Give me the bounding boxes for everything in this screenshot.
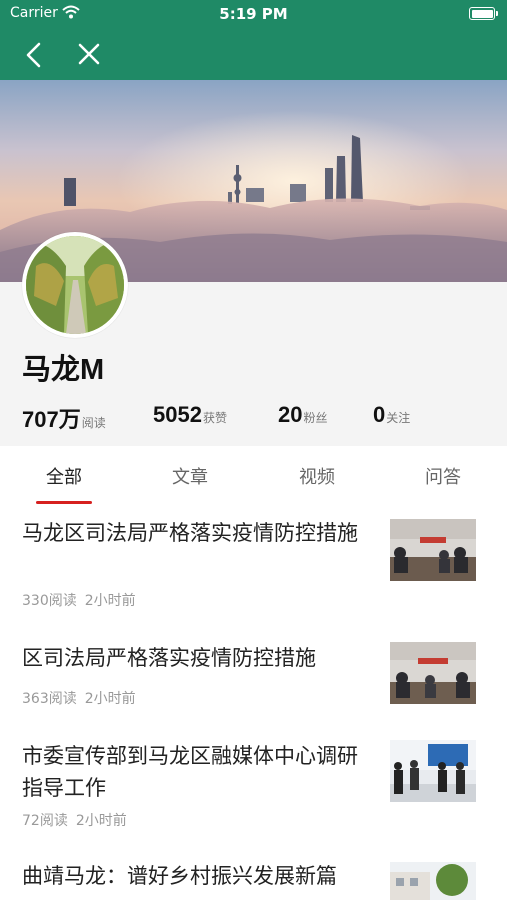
article-time: 2小时前 bbox=[84, 593, 136, 609]
article-title[interactable]: 区司法局严格落实疫情防控措施 bbox=[22, 642, 378, 674]
stat-value: 20 bbox=[278, 402, 303, 427]
article-meta: 330阅读 2小时前 bbox=[22, 590, 136, 610]
article-thumbnail[interactable] bbox=[390, 740, 476, 802]
battery-icon bbox=[469, 7, 498, 20]
nav-bar bbox=[0, 28, 507, 80]
article-reads: 72阅读 bbox=[22, 813, 68, 829]
back-icon[interactable] bbox=[17, 38, 51, 72]
stat-label: 粉丝 bbox=[303, 411, 328, 425]
tab-qa[interactable]: 问答 bbox=[401, 463, 485, 489]
content-tabs: 全部 文章 视频 问答 bbox=[0, 447, 507, 507]
profile-name: 马龙M bbox=[22, 354, 105, 386]
tab-videos[interactable]: 视频 bbox=[275, 463, 359, 489]
article-title[interactable]: 市委宣传部到马龙区融媒体中心调研指导工作 bbox=[22, 740, 378, 804]
article-time: 2小时前 bbox=[84, 691, 136, 707]
list-item[interactable]: 马龙区司法局严格落实疫情防控措施 330阅读 2小时前 bbox=[0, 515, 507, 615]
article-thumbnail[interactable] bbox=[390, 642, 476, 704]
stat-label: 关注 bbox=[386, 411, 411, 425]
article-title[interactable]: 曲靖马龙：谱好乡村振兴发展新篇 bbox=[22, 860, 378, 892]
article-meta: 72阅读 2小时前 bbox=[22, 810, 127, 830]
tab-all[interactable]: 全部 bbox=[22, 463, 106, 489]
article-meta: 363阅读 2小时前 bbox=[22, 688, 136, 708]
stat-label: 阅读 bbox=[81, 416, 106, 430]
list-item[interactable]: 区司法局严格落实疫情防控措施 363阅读 2小时前 bbox=[0, 640, 507, 720]
close-icon[interactable] bbox=[72, 38, 106, 72]
status-bar: Carrier 5:19 PM bbox=[0, 0, 507, 28]
article-time: 2小时前 bbox=[75, 813, 127, 829]
avatar[interactable] bbox=[22, 232, 128, 338]
stat-value: 5052 bbox=[153, 402, 202, 427]
stat-value: 707万 bbox=[22, 407, 81, 432]
tab-active-indicator bbox=[36, 501, 92, 504]
stat-label: 获赞 bbox=[202, 411, 227, 425]
stat-reads: 707万阅读 bbox=[22, 402, 106, 434]
stat-likes: 5052获赞 bbox=[153, 402, 227, 428]
tab-articles[interactable]: 文章 bbox=[148, 463, 232, 489]
article-thumbnail[interactable] bbox=[390, 519, 476, 581]
clock: 5:19 PM bbox=[219, 5, 288, 23]
stat-value: 0 bbox=[373, 402, 386, 427]
article-title[interactable]: 马龙区司法局严格落实疫情防控措施 bbox=[22, 517, 378, 549]
stat-following[interactable]: 0关注 bbox=[373, 402, 410, 428]
stat-followers[interactable]: 20粉丝 bbox=[278, 402, 328, 428]
article-reads: 330阅读 bbox=[22, 593, 77, 609]
article-thumbnail[interactable] bbox=[390, 862, 476, 900]
article-reads: 363阅读 bbox=[22, 691, 77, 707]
list-item[interactable]: 市委宣传部到马龙区融媒体中心调研指导工作 72阅读 2小时前 bbox=[0, 740, 507, 840]
list-item[interactable]: 曲靖马龙：谱好乡村振兴发展新篇 bbox=[0, 860, 507, 900]
